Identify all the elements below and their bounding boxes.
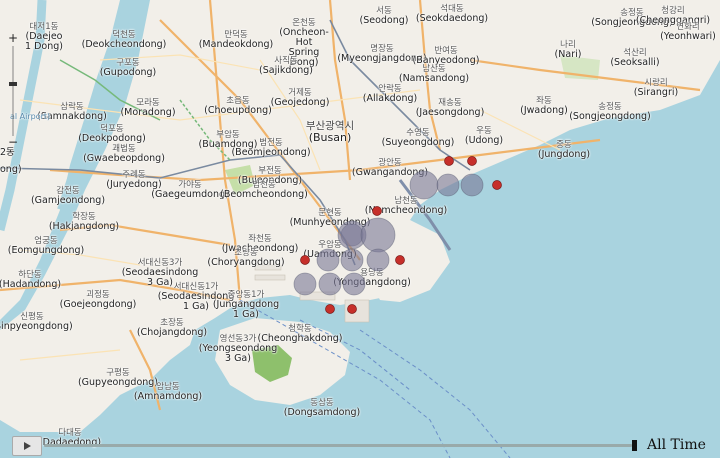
data-bubble[interactable] [366,248,390,272]
play-button[interactable] [12,436,42,456]
zoom-out-button[interactable]: − [7,136,19,148]
points-layer [293,156,502,314]
data-point[interactable] [372,206,382,216]
data-point[interactable] [492,180,502,190]
timeline-label: All Time [647,437,706,453]
data-bubble[interactable] [460,173,484,197]
zoom-control: + − [7,32,19,150]
data-bubble[interactable] [318,272,342,296]
data-point[interactable] [395,255,405,265]
data-bubble[interactable] [436,173,460,197]
play-icon [24,442,31,450]
data-bubble[interactable] [340,248,364,272]
data-bubble[interactable] [342,272,366,296]
data-bubble[interactable] [293,272,317,296]
data-point[interactable] [325,304,335,314]
data-point[interactable] [300,255,310,265]
map-view[interactable]: 대저1동 (Daejeo 1 Dong) 덕천동 (Deokcheondong) 만덕동… [0,0,720,458]
zoom-handle[interactable] [9,82,17,86]
zoom-in-button[interactable]: + [7,32,19,44]
timeline-track[interactable] [44,444,632,447]
clipped-ong-label: ong) [0,164,22,175]
data-point[interactable] [347,304,357,314]
data-point[interactable] [467,156,477,166]
timeline-thumb[interactable] [632,440,637,451]
data-bubble[interactable] [360,217,396,253]
data-point[interactable] [444,156,454,166]
timeline-bar: All Time [0,432,720,458]
data-bubble[interactable] [316,248,340,272]
zoom-track[interactable] [12,46,14,136]
data-bubble[interactable] [409,170,439,200]
